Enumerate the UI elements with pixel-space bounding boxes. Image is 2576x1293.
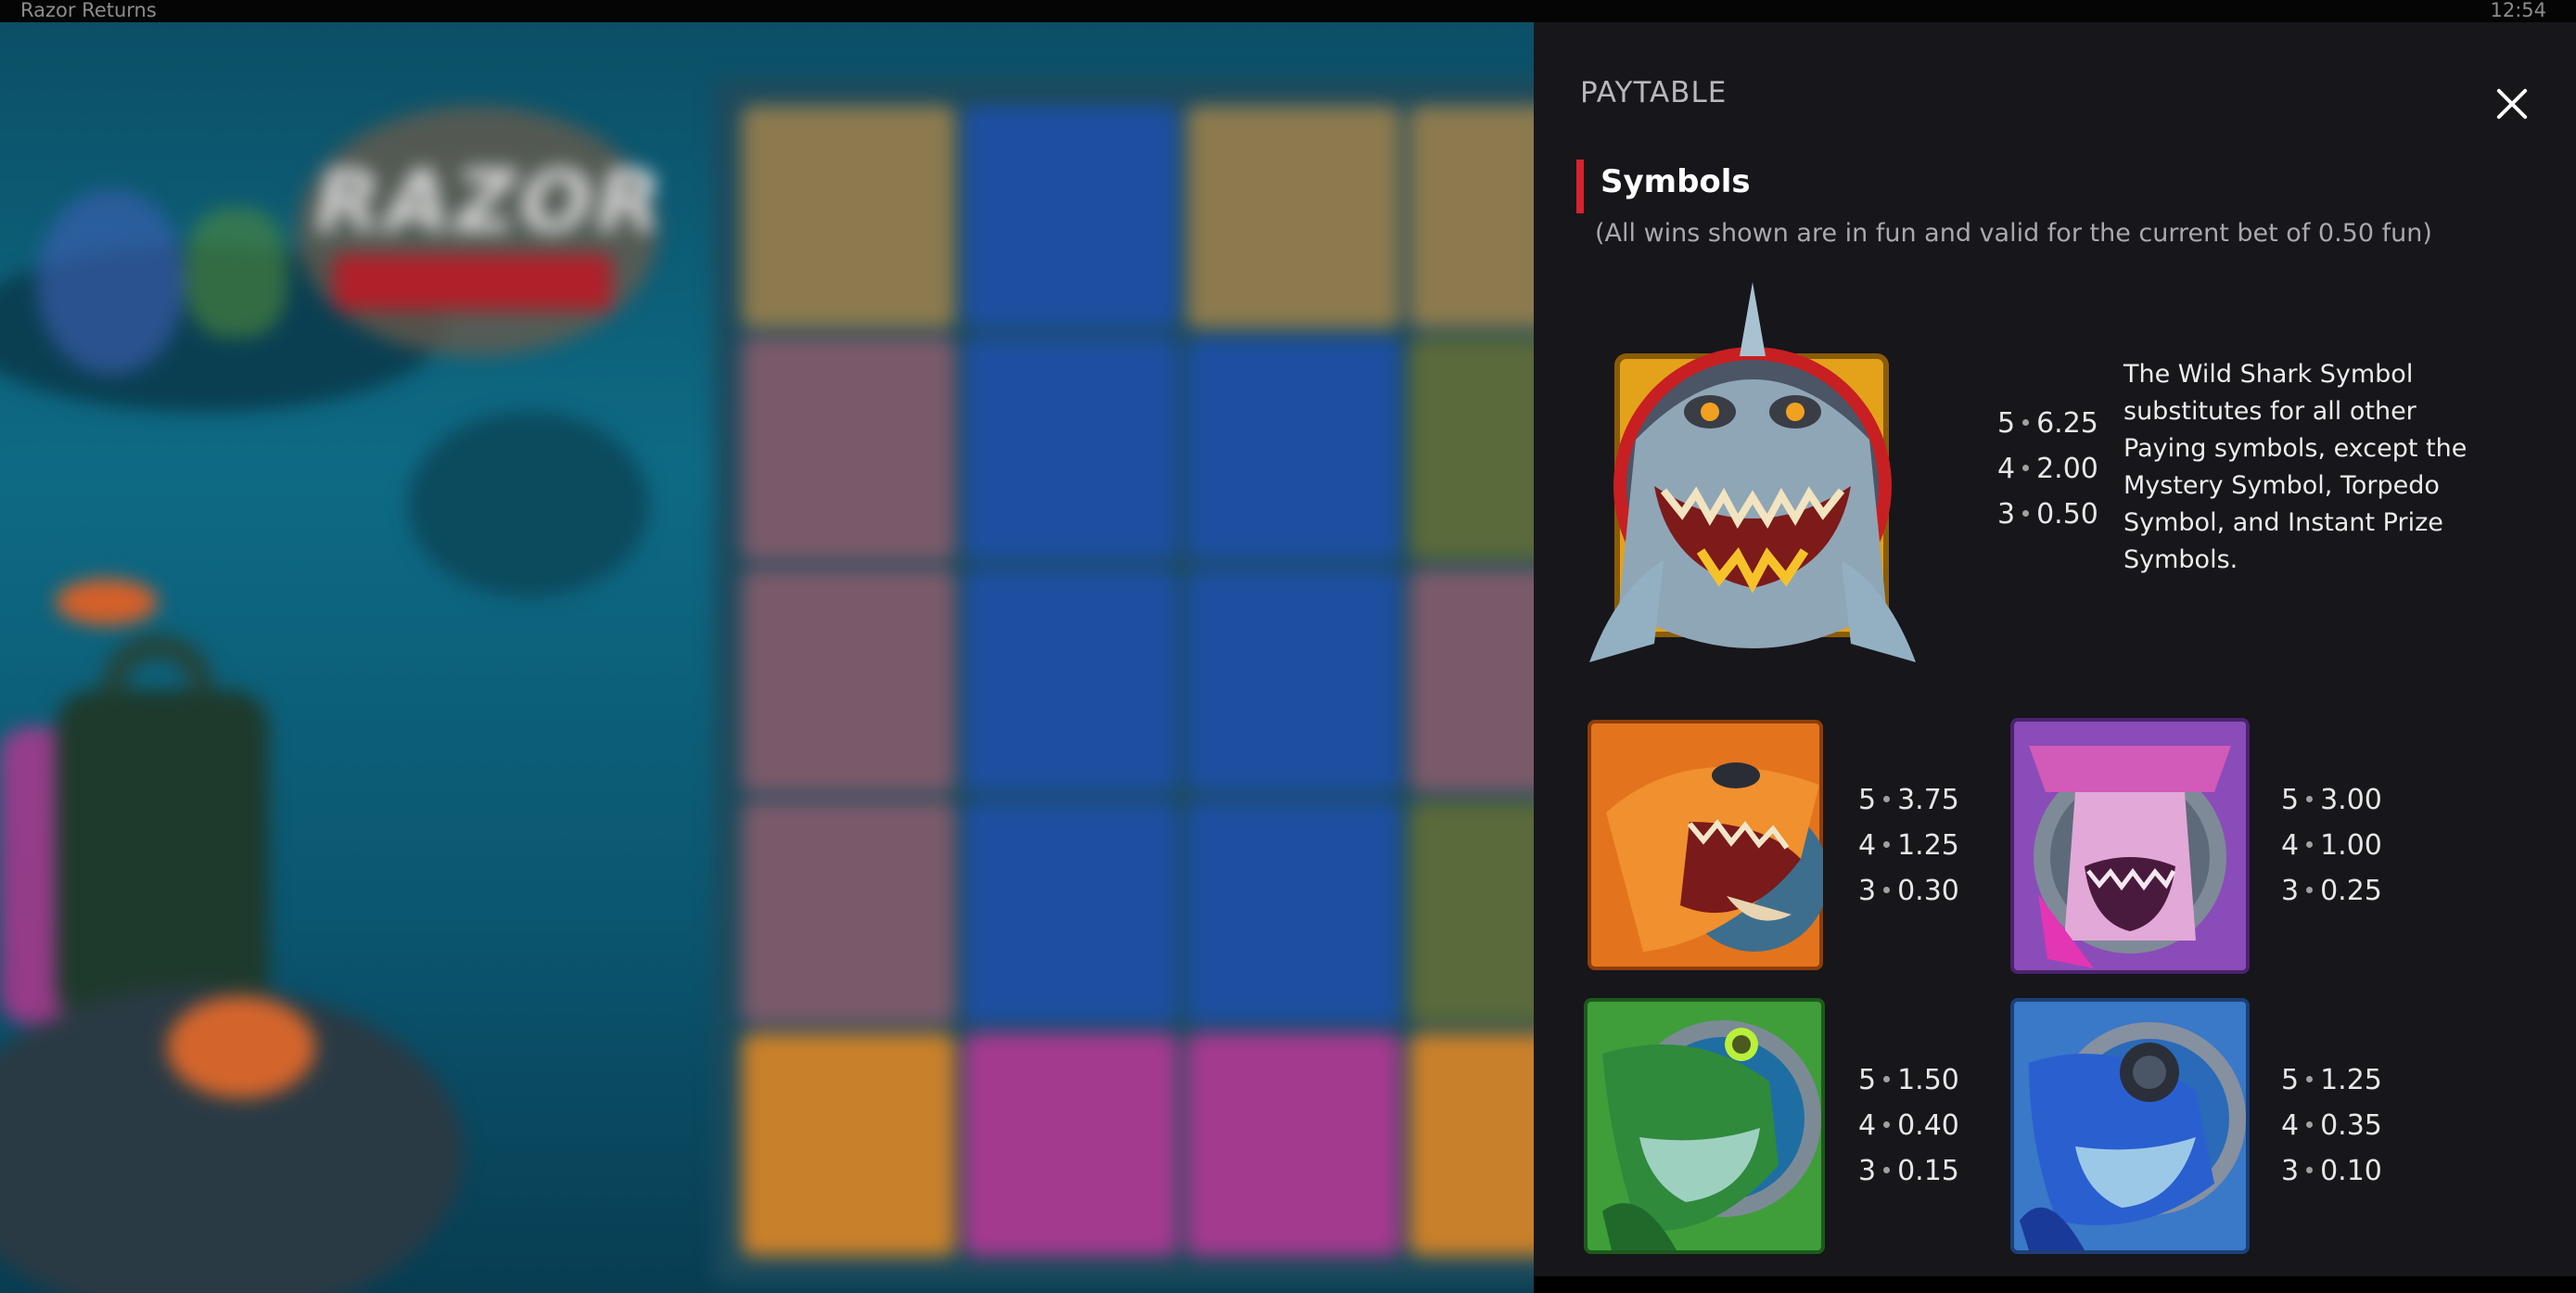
- game-background: RAZOR: [0, 22, 1534, 1293]
- green-shark-paytable: 5 1.50 4 0.40 3 0.15: [1858, 1064, 1959, 1187]
- close-icon[interactable]: [2490, 82, 2534, 126]
- wild-paytable: 5 6.25 4 2.00 3 0.50: [1997, 407, 2098, 531]
- clock: 12:54: [2490, 0, 2546, 21]
- reel-grid: [742, 106, 1534, 1256]
- game-logo: RAZOR: [315, 152, 666, 251]
- section-title: Symbols: [1600, 163, 1751, 200]
- wild-shark-icon: [1580, 254, 1925, 690]
- wild-description: The Wild Shark Symbol substitutes for al…: [2123, 360, 2468, 574]
- section-accent-bar: [1576, 160, 1584, 213]
- paytable-panel: PAYTABLE Symbols (All wins shown are in …: [1534, 22, 2576, 1276]
- green-shark-icon: [1584, 998, 1825, 1254]
- blue-shark-icon: [2010, 998, 2250, 1254]
- window-title-bar: Razor Returns 12:54: [0, 0, 2576, 22]
- paytable-title: PAYTABLE: [1580, 76, 1728, 109]
- orange-shark-icon: [1588, 720, 1823, 970]
- blue-shark-paytable: 5 1.25 4 0.35 3 0.10: [2281, 1064, 2382, 1187]
- pink-hammerhead-icon: [2010, 718, 2250, 974]
- window-title: Razor Returns: [20, 0, 157, 21]
- bet-note: (All wins shown are in fun and valid for…: [1595, 219, 2432, 248]
- orange-shark-paytable: 5 3.75 4 1.25 3 0.30: [1858, 784, 1959, 907]
- pink-hammerhead-paytable: 5 3.00 4 1.00 3 0.25: [2281, 784, 2382, 907]
